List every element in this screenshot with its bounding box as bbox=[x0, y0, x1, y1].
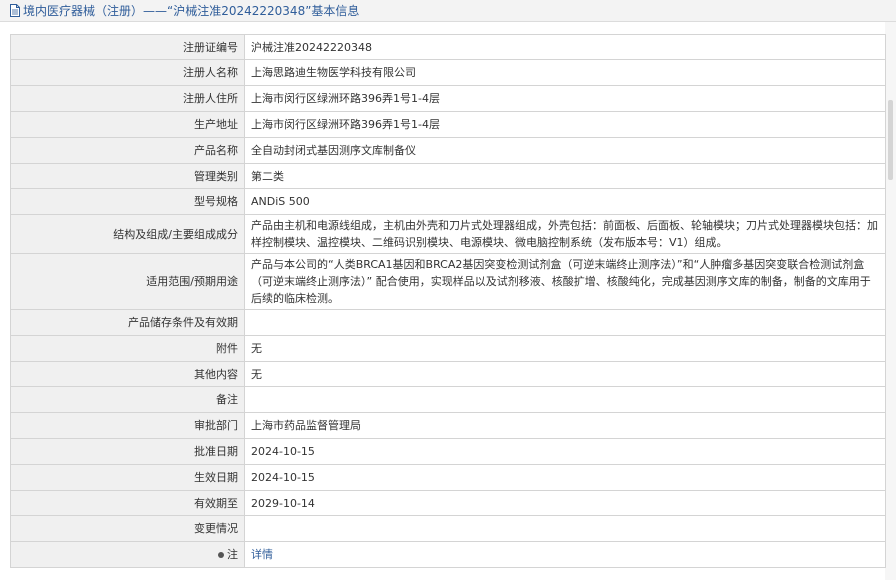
table-row: 生效日期 2024-10-15 bbox=[10, 464, 886, 491]
row-value: 第二类 bbox=[244, 163, 886, 189]
row-value: 2024-10-15 bbox=[244, 438, 886, 465]
row-value: 产品与本公司的“人类BRCA1基因和BRCA2基因突变检测试剂盒（可逆末端终止测… bbox=[244, 253, 886, 310]
row-label: 注册人住所 bbox=[10, 85, 245, 112]
table-row: 备注 bbox=[10, 386, 886, 413]
row-value: 无 bbox=[244, 335, 886, 362]
row-label: 变更情况 bbox=[10, 515, 245, 542]
row-label: 注册人名称 bbox=[10, 59, 245, 86]
table-row: 其他内容 无 bbox=[10, 361, 886, 387]
row-value: 上海市药品监督管理局 bbox=[244, 412, 886, 439]
table-row: 管理类别 第二类 bbox=[10, 163, 886, 189]
row-value bbox=[244, 515, 886, 542]
row-label: 产品名称 bbox=[10, 137, 245, 164]
table-row: 产品储存条件及有效期 bbox=[10, 309, 886, 336]
row-value: 上海市闵行区绿洲环路396弄1号1-4层 bbox=[244, 111, 886, 138]
row-label: 型号规格 bbox=[10, 188, 245, 215]
row-value: 上海市闵行区绿洲环路396弄1号1-4层 bbox=[244, 85, 886, 112]
row-label: 产品储存条件及有效期 bbox=[10, 309, 245, 336]
row-label: 生产地址 bbox=[10, 111, 245, 138]
row-value bbox=[244, 386, 886, 413]
row-label: 注册证编号 bbox=[10, 34, 245, 60]
row-value: 2029-10-14 bbox=[244, 490, 886, 516]
row-value: 2024-10-15 bbox=[244, 464, 886, 491]
breadcrumb: 境内医疗器械（注册）——“沪械注准20242220348”基本信息 bbox=[23, 4, 360, 18]
table-row: 生产地址 上海市闵行区绿洲环路396弄1号1-4层 bbox=[10, 111, 886, 138]
row-label: 批准日期 bbox=[10, 438, 245, 465]
row-value: ANDiS 500 bbox=[244, 188, 886, 215]
table-row: 产品名称 全自动封闭式基因测序文库制备仪 bbox=[10, 137, 886, 164]
row-label: 审批部门 bbox=[10, 412, 245, 439]
table-row: 注册人名称 上海思路迪生物医学科技有限公司 bbox=[10, 59, 886, 86]
row-value: 沪械注准20242220348 bbox=[244, 34, 886, 60]
row-label: 适用范围/预期用途 bbox=[10, 253, 245, 310]
table-row: 注册证编号 沪械注准20242220348 bbox=[10, 34, 886, 60]
note-label-cell: 注 bbox=[10, 541, 245, 568]
table-row: 注 详情 bbox=[10, 541, 886, 568]
document-icon bbox=[10, 4, 20, 17]
row-label: 管理类别 bbox=[10, 163, 245, 189]
row-value: 详情 bbox=[244, 541, 886, 568]
table-row: 注册人住所 上海市闵行区绿洲环路396弄1号1-4层 bbox=[10, 85, 886, 112]
row-label: 有效期至 bbox=[10, 490, 245, 516]
row-label: 注 bbox=[227, 548, 238, 561]
row-value: 全自动封闭式基因测序文库制备仪 bbox=[244, 137, 886, 164]
row-value: 产品由主机和电源线组成，主机由外壳和刀片式处理器组成，外壳包括：前面板、后面板、… bbox=[244, 214, 886, 254]
row-value: 无 bbox=[244, 361, 886, 387]
table-row: 有效期至 2029-10-14 bbox=[10, 490, 886, 516]
table-row: 附件 无 bbox=[10, 335, 886, 362]
table-row: 适用范围/预期用途 产品与本公司的“人类BRCA1基因和BRCA2基因突变检测试… bbox=[10, 253, 886, 310]
row-value: 上海思路迪生物医学科技有限公司 bbox=[244, 59, 886, 86]
row-label: 生效日期 bbox=[10, 464, 245, 491]
row-label: 结构及组成/主要组成成分 bbox=[10, 214, 245, 254]
details-link[interactable]: 详情 bbox=[251, 548, 273, 561]
table-row: 型号规格 ANDiS 500 bbox=[10, 188, 886, 215]
row-label: 备注 bbox=[10, 386, 245, 413]
breadcrumb-bar: 境内医疗器械（注册）——“沪械注准20242220348”基本信息 bbox=[0, 0, 896, 22]
table-row: 结构及组成/主要组成成分 产品由主机和电源线组成，主机由外壳和刀片式处理器组成，… bbox=[10, 214, 886, 254]
table-row: 变更情况 bbox=[10, 515, 886, 542]
scrollbar-thumb[interactable] bbox=[888, 100, 893, 180]
row-value bbox=[244, 309, 886, 336]
table-row: 批准日期 2024-10-15 bbox=[10, 438, 886, 465]
table-row: 审批部门 上海市药品监督管理局 bbox=[10, 412, 886, 439]
bullet-icon bbox=[218, 552, 224, 558]
detail-table: 注册证编号 沪械注准20242220348 注册人名称 上海思路迪生物医学科技有… bbox=[10, 34, 886, 568]
row-label: 其他内容 bbox=[10, 361, 245, 387]
row-label: 附件 bbox=[10, 335, 245, 362]
